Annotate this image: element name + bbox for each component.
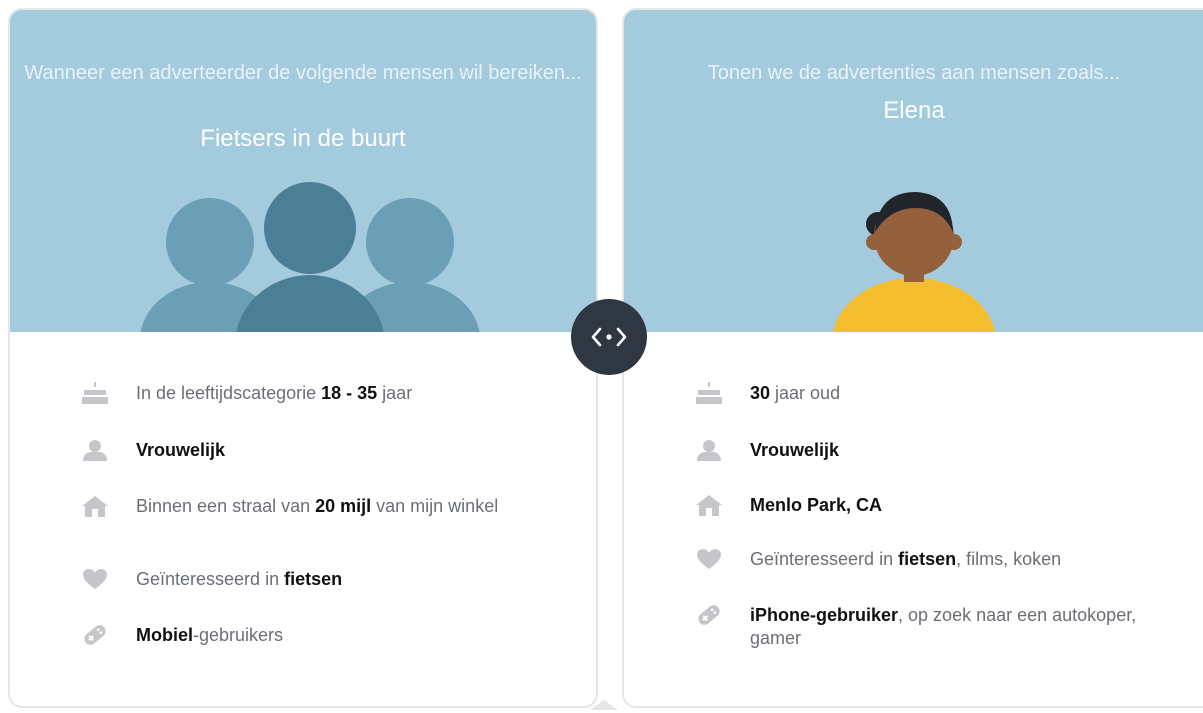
- heart-icon: [697, 549, 721, 569]
- elena-avatar-illustration: [833, 192, 995, 332]
- list-item: Menlo Park, CA: [696, 494, 1156, 517]
- pointer-notch: [590, 700, 618, 710]
- audience-headline: Fietsers in de buurt: [200, 125, 406, 152]
- audience-card: Wanneer een adverteerder de volgende men…: [8, 8, 598, 708]
- gamepad-icon: [84, 625, 106, 645]
- house-icon: [696, 495, 722, 516]
- list-item: Geïnteresseerd in fietsen, films, koken: [696, 548, 1156, 571]
- person-name: Elena: [883, 97, 945, 124]
- crowd-illustration: [140, 182, 480, 332]
- person-icon: [83, 440, 107, 461]
- house-icon: [82, 496, 108, 517]
- list-item: 30 jaar oud: [696, 382, 1156, 405]
- person-card: Tonen we de advertenties aan mensen zoal…: [622, 8, 1203, 708]
- list-item: iPhone-gebruiker, op zoek naar een autok…: [696, 604, 1156, 650]
- list-item: Geïnteresseerd in fietsen: [82, 568, 522, 591]
- list-item: Binnen een straal van 20 mijl van mijn w…: [82, 495, 522, 518]
- person-icon: [697, 440, 721, 461]
- list-item: Vrouwelijk: [696, 439, 1156, 462]
- list-item: In de leeftijdscategorie 18 - 35 jaar: [82, 382, 522, 405]
- list-item: Vrouwelijk: [82, 439, 522, 462]
- audience-intro: Wanneer een adverteerder de volgende men…: [24, 62, 582, 84]
- birthday-cake-icon: [696, 382, 722, 404]
- heart-icon: [83, 569, 107, 589]
- code-arrows-icon: [591, 327, 627, 347]
- compare-toggle-button[interactable]: [571, 299, 647, 375]
- birthday-cake-icon: [82, 382, 108, 404]
- gamepad-icon: [698, 605, 720, 625]
- person-intro: Tonen we de advertenties aan mensen zoal…: [707, 62, 1121, 84]
- audience-hero: Wanneer een adverteerder de volgende men…: [10, 10, 596, 332]
- list-item: Mobiel-gebruikers: [82, 624, 522, 647]
- person-hero: Tonen we de advertenties aan mensen zoal…: [624, 10, 1203, 332]
